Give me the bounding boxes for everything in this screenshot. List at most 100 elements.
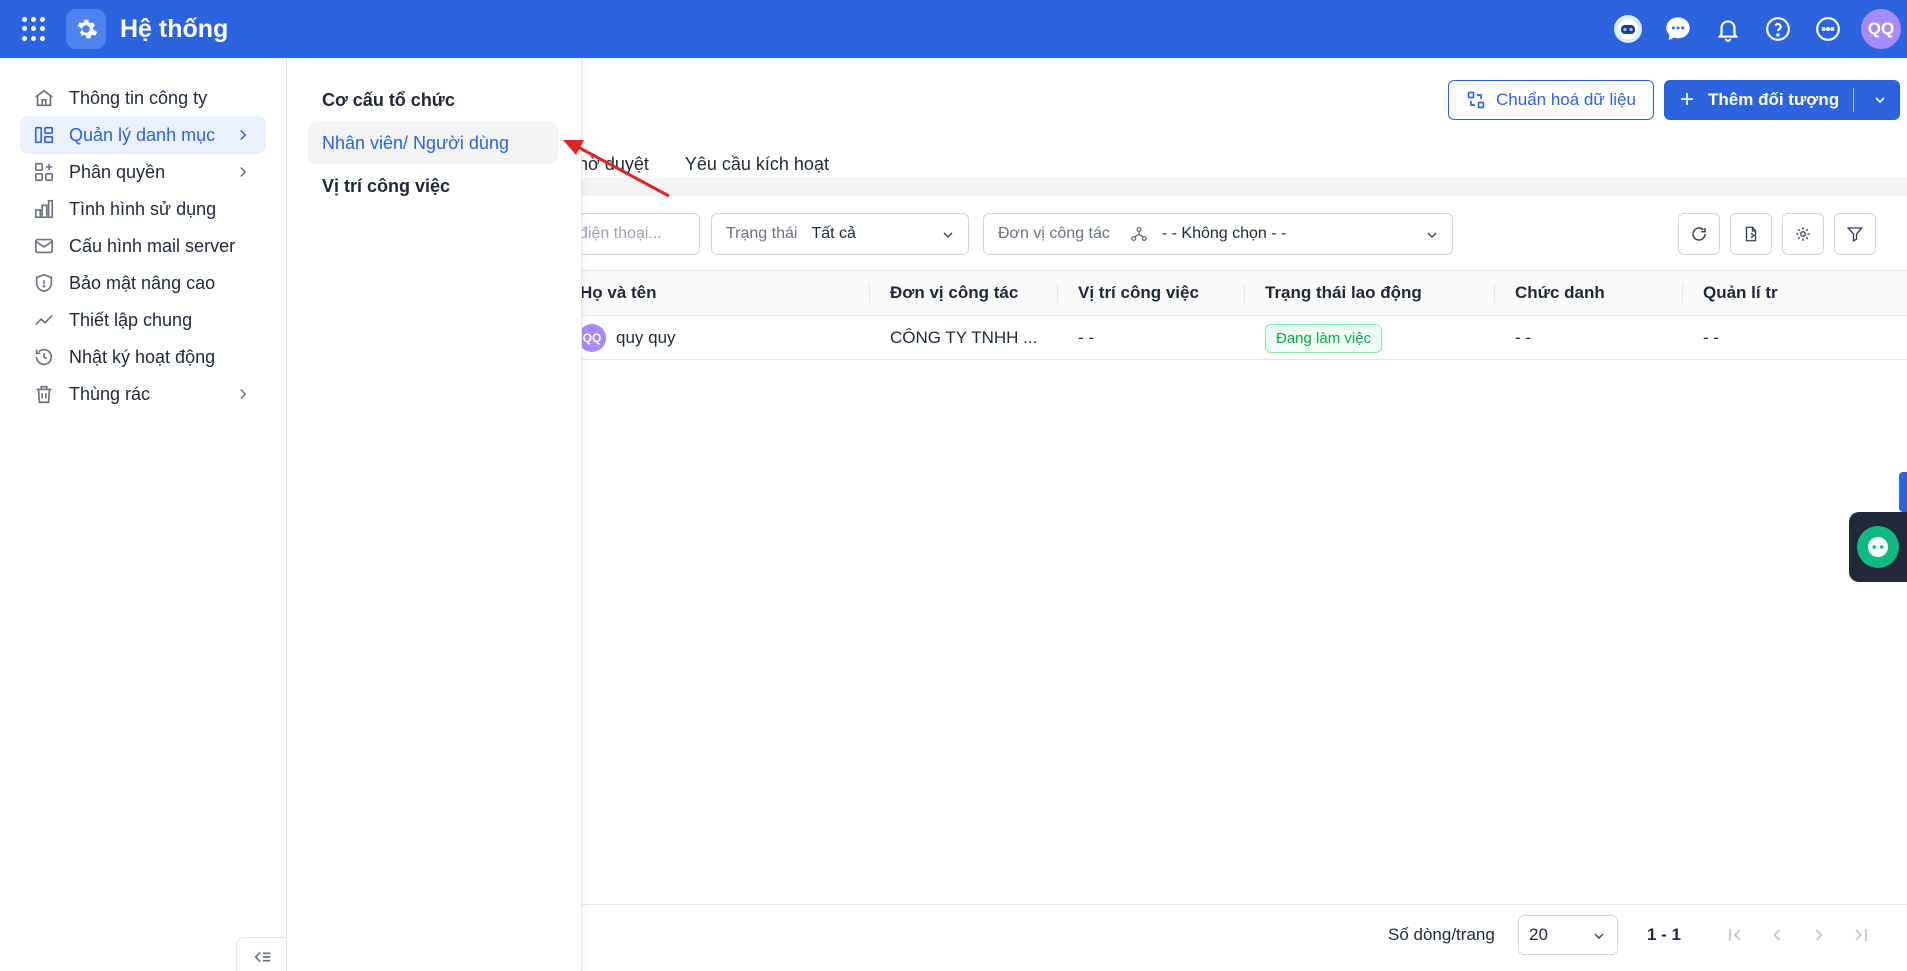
column-settings-button[interactable]: [1782, 213, 1824, 255]
cell-title: - -: [1515, 328, 1532, 347]
sidebar-item-catalog[interactable]: Quản lý danh mục: [20, 116, 266, 154]
status-value: Tất cả: [811, 225, 856, 242]
add-object-label: Thêm đối tượng: [1708, 90, 1840, 109]
shield-icon: [32, 271, 56, 295]
user-avatar[interactable]: QQ: [1861, 9, 1901, 49]
normalize-data-button[interactable]: Chuẩn hoá dữ liệu: [1448, 80, 1654, 120]
plus-icon: +: [1680, 86, 1695, 113]
collapse-sidebar-button[interactable]: [236, 937, 287, 971]
filter-row: điện thoại... Trạng thái Tất cả Đơn vị c…: [578, 213, 1907, 269]
chevron-down-icon: [943, 232, 953, 238]
sidebar-item-usage[interactable]: Tình hình sử dụng: [20, 190, 266, 228]
cell-position: - -: [1078, 328, 1095, 347]
chevron-right-icon: [240, 166, 247, 178]
page-range: 1 - 1: [1647, 925, 1682, 944]
cell-name: quy quy: [616, 328, 676, 347]
refresh-icon: [1692, 227, 1706, 241]
search-placeholder: điện thoại...: [579, 225, 662, 242]
work-unit-label: Đơn vị công tác: [998, 225, 1110, 242]
chevron-down-icon: [1427, 232, 1437, 238]
help-icon[interactable]: [1761, 12, 1795, 46]
submenu-item-job-positions[interactable]: Vị trí công việc: [308, 165, 558, 207]
bell-icon[interactable]: [1711, 12, 1745, 46]
prev-page-icon[interactable]: [1767, 925, 1787, 945]
add-object-button[interactable]: + Thêm đối tượng: [1664, 80, 1900, 120]
status-select[interactable]: Trạng thái Tất cả: [711, 213, 969, 255]
sidebar-item-label: Thùng rác: [69, 383, 151, 404]
first-page-icon[interactable]: [1725, 925, 1745, 945]
settings-icon: [66, 9, 106, 49]
sidebar-item-permissions[interactable]: Phân quyền: [20, 153, 266, 191]
sidebar: Thông tin công ty Quản lý danh mục Phân …: [0, 58, 287, 971]
sidebar-item-general-settings[interactable]: Thiết lập chung: [20, 301, 266, 339]
app-title: Hệ thống: [120, 14, 229, 43]
rows-per-page-select[interactable]: 20: [1518, 915, 1618, 955]
trend-icon: [32, 308, 56, 332]
support-chat-icon: [1857, 526, 1899, 568]
column-header-name[interactable]: Họ và tên: [580, 271, 657, 315]
mail-icon: [32, 234, 56, 258]
status-label: Trạng thái: [726, 225, 798, 242]
chat-icon[interactable]: [1661, 12, 1695, 46]
column-header-manager[interactable]: Quản lí tr: [1703, 271, 1778, 315]
normalize-data-label: Chuẩn hoá dữ liệu: [1496, 90, 1636, 109]
submenu-item-org-structure[interactable]: Cơ cấu tổ chức: [308, 79, 558, 121]
filter-button[interactable]: [1834, 213, 1876, 255]
tab-pending-approval[interactable]: hờ duyệt: [578, 154, 649, 175]
permission-icon: [32, 160, 56, 184]
apps-grid-icon[interactable]: [22, 17, 46, 41]
sidebar-item-label: Quản lý danh mục: [69, 124, 216, 145]
chevron-down-icon: [1594, 933, 1604, 939]
export-button[interactable]: [1730, 213, 1772, 255]
support-chat-button[interactable]: [1849, 512, 1907, 582]
bar-chart-icon: [32, 197, 56, 221]
category-icon: [32, 123, 56, 147]
work-unit-select[interactable]: Đơn vị công tác - - Không chọn - -: [983, 213, 1453, 255]
submenu-item-employees[interactable]: Nhân viên/ Người dùng: [308, 122, 558, 164]
sidebar-item-trash[interactable]: Thùng rác: [20, 375, 266, 413]
section-divider: [582, 178, 1907, 196]
home-icon: [32, 86, 56, 110]
sidebar-item-activity-log[interactable]: Nhật ký hoạt động: [20, 338, 266, 376]
sidebar-item-label: Nhật ký hoạt động: [69, 346, 216, 367]
filter-icon: [1846, 227, 1864, 242]
sidebar-item-label: Phân quyền: [69, 161, 166, 182]
more-icon[interactable]: [1811, 12, 1845, 46]
pagination-bar: Số dòng/trang 20 1 - 1: [582, 904, 1907, 964]
sidebar-item-company-info[interactable]: Thông tin công ty: [20, 79, 266, 117]
rows-per-page-label: Số dòng/trang: [1388, 925, 1495, 944]
column-header-work-status[interactable]: Trạng thái lao động: [1265, 271, 1422, 315]
avatar: QQ: [578, 324, 606, 352]
chevron-right-icon: [240, 388, 247, 400]
table-row[interactable]: QQ quy quy CÔNG TY TNHH ... - - Đang làm…: [578, 316, 1907, 360]
catalog-submenu: Cơ cấu tổ chức Nhân viên/ Người dùng Vị …: [288, 58, 582, 971]
chevron-right-icon: [240, 129, 247, 141]
column-header-title[interactable]: Chức danh: [1515, 271, 1605, 315]
sidebar-item-label: Thiết lập chung: [69, 309, 193, 330]
column-header-unit[interactable]: Đơn vị công tác: [890, 271, 1018, 315]
gear-icon: [1796, 227, 1810, 241]
top-bar: Hệ thống QQ: [0, 0, 1907, 58]
table-header: Họ và tên Đơn vị công tác Vị trí công vi…: [580, 270, 1907, 316]
cell-unit: CÔNG TY TNHH ...: [890, 328, 1038, 347]
status-badge: Đang làm việc: [1265, 323, 1383, 353]
export-file-icon: [1745, 226, 1757, 242]
work-unit-value: - - Không chọn - -: [1161, 225, 1287, 242]
next-page-icon[interactable]: [1809, 925, 1829, 945]
trash-icon: [32, 382, 56, 406]
sync-icon: [1467, 91, 1485, 109]
tab-activation-requests[interactable]: Yêu cầu kích hoạt: [685, 154, 829, 175]
side-panel-tab[interactable]: [1899, 472, 1907, 512]
search-input[interactable]: điện thoại...: [578, 213, 700, 255]
sidebar-item-mail-server[interactable]: Cấu hình mail server: [20, 227, 266, 265]
sidebar-item-security[interactable]: Bảo mật nâng cao: [20, 264, 266, 302]
assistant-bot-icon[interactable]: [1611, 12, 1645, 46]
rows-per-page-value: 20: [1529, 925, 1548, 944]
cell-manager: - -: [1703, 328, 1720, 347]
org-tree-icon: [1131, 226, 1147, 242]
chevron-down-icon[interactable]: [1872, 92, 1888, 108]
sidebar-item-label: Bảo mật nâng cao: [69, 272, 216, 293]
refresh-button[interactable]: [1678, 213, 1720, 255]
column-header-position[interactable]: Vị trí công việc: [1078, 271, 1199, 315]
last-page-icon[interactable]: [1851, 925, 1871, 945]
